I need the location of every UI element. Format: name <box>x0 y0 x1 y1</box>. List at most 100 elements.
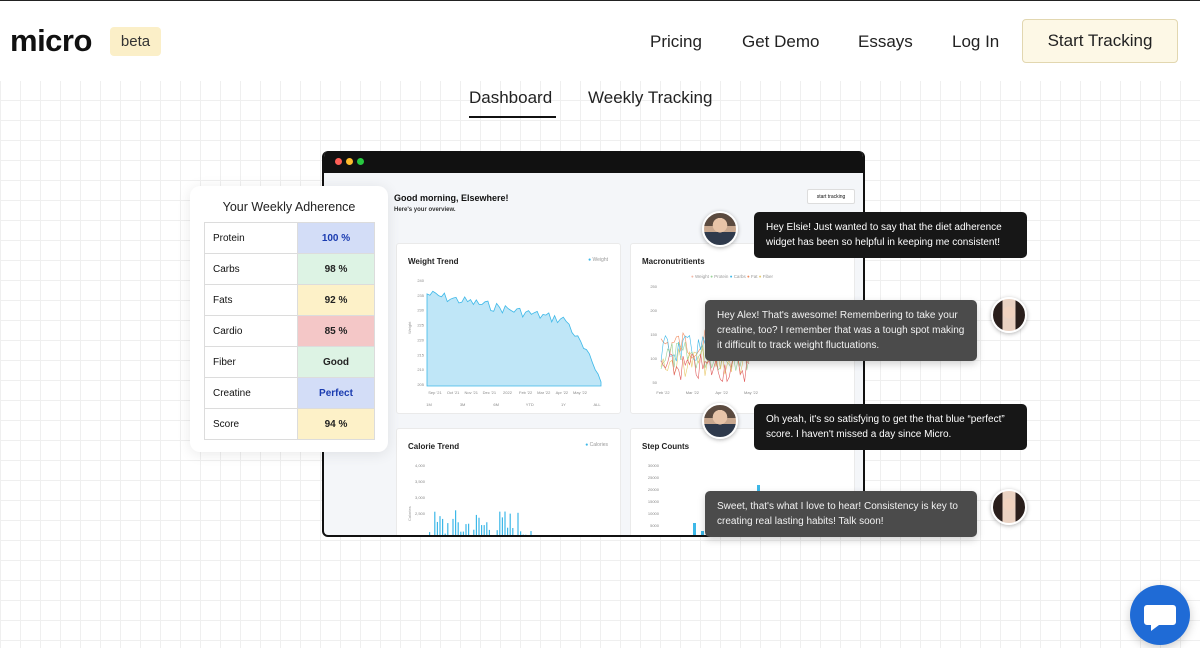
y-tick-label: 205 <box>417 382 424 387</box>
adherence-table: Protein 100 % Carbs 98 % Fats 92 % Cardio 85 % F… <box>204 222 375 440</box>
x-tick-label: May '22 <box>744 390 759 395</box>
logo[interactable]: micro <box>10 23 92 59</box>
x-tick-label: 2022 <box>503 390 513 395</box>
y-tick-label: 2,500 <box>415 511 426 516</box>
adherence-row: Creatine Perfect <box>204 377 375 409</box>
calorie-bar <box>462 531 464 535</box>
adherence-value: 85 % <box>297 315 375 347</box>
y-tick-label: 220 <box>417 337 424 342</box>
chat-bubble-icon <box>1144 605 1176 631</box>
adherence-label: Carbs <box>204 253 298 285</box>
tab-weekly-tracking[interactable]: Weekly Tracking <box>588 88 712 108</box>
chat-message-2: Hey Alex! That's awesome! Remembering to… <box>705 300 977 361</box>
weight-area <box>426 290 602 387</box>
calorie-bar <box>486 522 488 535</box>
calorie-bar <box>509 513 511 535</box>
y-tick-label: 4,000 <box>415 463 426 468</box>
x-tick-label: Mar '22 <box>537 390 551 395</box>
start-tracking-button[interactable]: Start Tracking <box>1022 19 1178 63</box>
calorie-chart: 4,000 3,500 3,000 2,500 Calories <box>407 463 532 535</box>
y-tick-label: 250 <box>650 284 657 289</box>
x-tick-label: Sep '21 <box>428 390 442 395</box>
y-tick-label: 5000 <box>650 523 660 528</box>
chat-widget-button[interactable] <box>1130 585 1190 645</box>
calorie-bar <box>520 531 522 535</box>
x-tick-label: 1Y <box>561 402 566 407</box>
active-tab-indicator <box>469 116 556 118</box>
calorie-bar <box>530 531 532 535</box>
y-tick-label: 230 <box>417 308 424 313</box>
beta-badge: beta <box>110 27 161 56</box>
calorie-bar <box>444 533 446 535</box>
calorie-bar <box>483 525 485 535</box>
adherence-value: 94 % <box>297 408 375 440</box>
adherence-row: Fats 92 % <box>204 284 375 316</box>
x-tick-label: Dec '21 <box>483 390 497 395</box>
calorie-bar <box>434 511 436 535</box>
x-tick-label: Feb '22 <box>519 390 533 395</box>
x-tick-label: Apr '22 <box>715 390 728 395</box>
x-tick-label: May '22 <box>573 390 588 395</box>
nav-pricing[interactable]: Pricing <box>650 32 702 52</box>
y-tick-label: 240 <box>417 278 424 283</box>
calorie-bar <box>473 529 475 535</box>
calorie-bar <box>488 529 490 535</box>
adherence-value: 92 % <box>297 284 375 316</box>
x-tick-label: 3M <box>460 402 466 407</box>
x-tick-label: Apr '22 <box>556 390 569 395</box>
adherence-row: Fiber Good <box>204 346 375 378</box>
x-tick-label: 6M <box>493 402 499 407</box>
start-tracking-mini-button[interactable]: start tracking <box>807 189 855 204</box>
adherence-value: Perfect <box>297 377 375 409</box>
site-header: micro beta Pricing Get Demo Essays Log I… <box>0 1 1200 81</box>
y-tick-label: 210 <box>417 367 424 372</box>
nav-log-in[interactable]: Log In <box>952 32 999 52</box>
y-tick-label: 225 <box>417 323 424 328</box>
adherence-value: 100 % <box>297 222 375 254</box>
adherence-value: Good <box>297 346 375 378</box>
y-tick-label: 3,000 <box>415 495 426 500</box>
calorie-bar <box>478 517 480 535</box>
y-tick-label: 10000 <box>648 511 660 516</box>
calorie-bar <box>522 534 524 535</box>
tab-dashboard[interactable]: Dashboard <box>469 88 552 108</box>
adherence-label: Creatine <box>204 377 298 409</box>
adherence-title: Your Weekly Adherence <box>222 200 356 214</box>
nav-essays[interactable]: Essays <box>858 32 913 52</box>
nav-get-demo[interactable]: Get Demo <box>742 32 819 52</box>
elsie-avatar <box>991 297 1027 333</box>
calorie-bar <box>507 527 509 535</box>
calorie-bar <box>517 512 519 535</box>
chat-message-3: Oh yeah, it's so satisfying to get the t… <box>754 404 1027 450</box>
dashboard-greeting: Good morning, Elsewhere! <box>394 193 509 203</box>
calorie-bar <box>475 514 477 535</box>
minimize-dot-icon <box>346 158 353 165</box>
step-bar <box>701 531 704 535</box>
adherence-value: 98 % <box>297 253 375 285</box>
calorie-bar <box>439 516 441 535</box>
calorie-bar <box>481 525 483 535</box>
calorie-bar <box>455 510 457 535</box>
adherence-label: Score <box>204 408 298 440</box>
alex-avatar <box>702 403 738 439</box>
calorie-bar <box>429 532 431 535</box>
y-tick-label: 215 <box>417 352 424 357</box>
x-tick-label: Mar '22 <box>686 390 700 395</box>
weekly-adherence-card: Your Weekly Adherence Protein 100 % Carbs 9… <box>190 186 388 452</box>
y-tick-label: 200 <box>650 308 657 313</box>
calorie-bar <box>457 522 459 535</box>
calorie-bar <box>525 534 527 535</box>
adherence-row: Carbs 98 % <box>204 253 375 285</box>
adherence-label: Protein <box>204 222 298 254</box>
y-tick-label: 235 <box>417 293 424 298</box>
calorie-bar <box>452 518 454 535</box>
calorie-bar <box>447 523 449 535</box>
calorie-bar <box>504 511 506 535</box>
y-tick-label: 15000 <box>648 499 660 504</box>
calorie-trend-card: Calorie Trend ● Calories 4,000 3,500 3,000… <box>396 428 621 535</box>
x-tick-label: 1M <box>426 402 432 407</box>
calorie-bar <box>496 530 498 535</box>
x-tick-label: ALL <box>593 402 601 407</box>
x-tick-label: Feb '22 <box>656 390 670 395</box>
y-tick-label: 150 <box>650 332 657 337</box>
